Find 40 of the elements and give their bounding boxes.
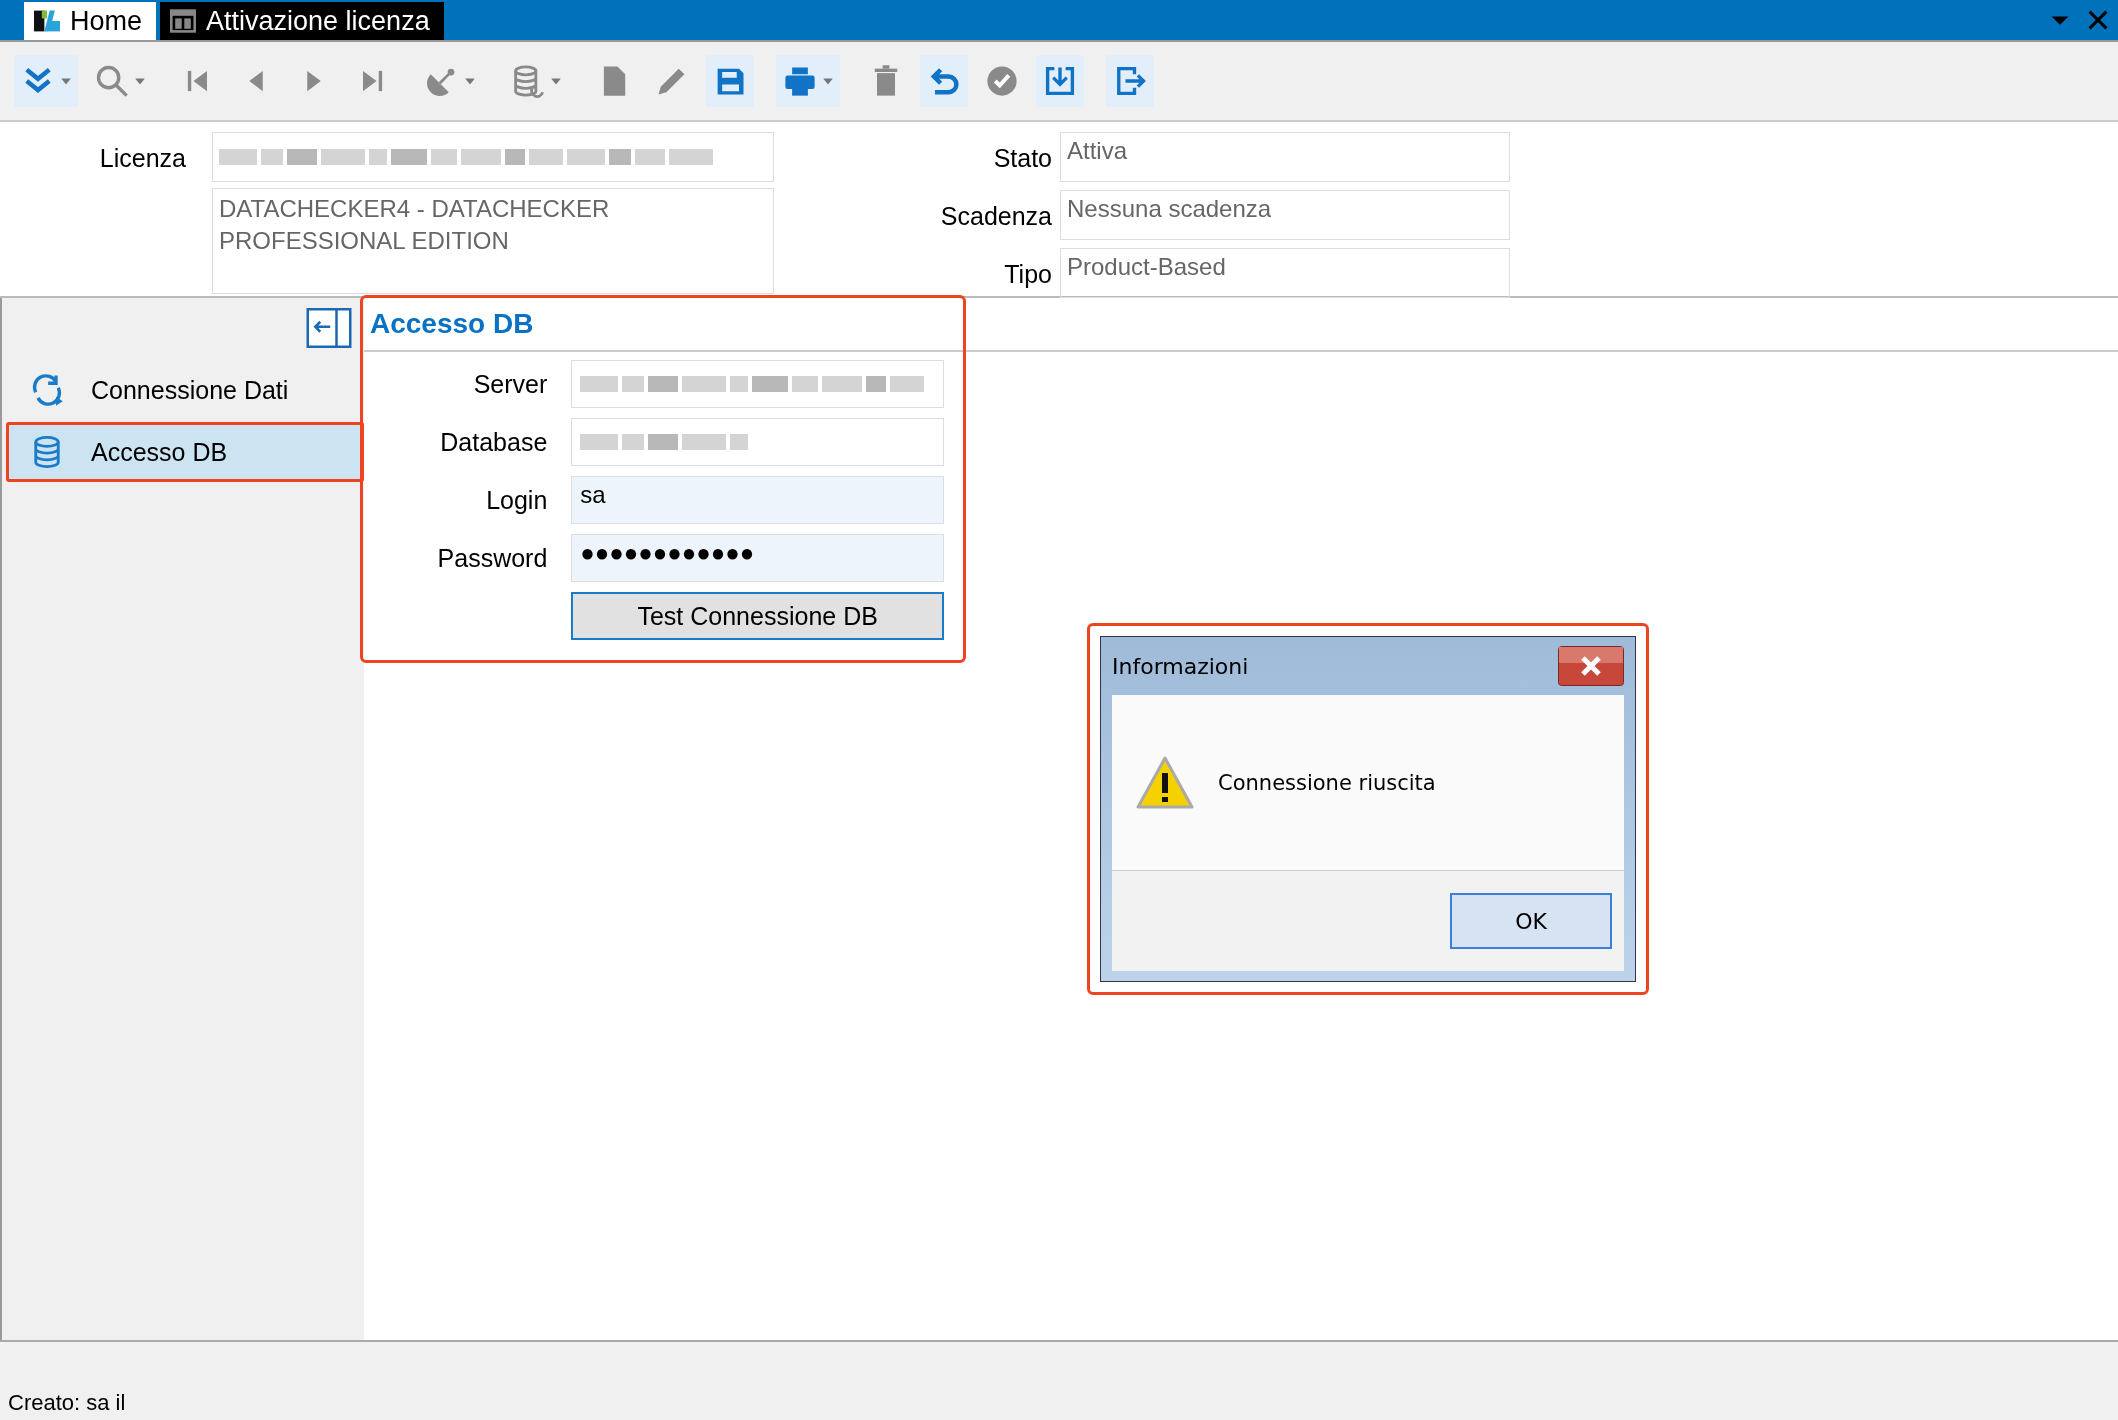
field-label: Server: [472, 369, 548, 399]
field-label: Password: [436, 543, 548, 573]
checkmark-icon: [984, 63, 1020, 99]
search-icon: [94, 63, 130, 99]
field-label: Scadenza: [939, 201, 1053, 231]
undo-tool-button[interactable]: [920, 55, 968, 107]
input-field[interactable]: ●●●●●●●●●●●●: [571, 534, 944, 582]
value-field: Product-Based: [1060, 248, 1510, 298]
field-label: Login: [485, 485, 548, 515]
blurred-field[interactable]: [571, 418, 944, 466]
print-tool-button[interactable]: [776, 55, 840, 107]
field-label: Stato: [992, 143, 1053, 173]
expand-tool-button[interactable]: [14, 55, 78, 107]
ok-button[interactable]: OK: [1450, 893, 1612, 949]
collapse-panel-icon[interactable]: [306, 308, 352, 348]
close-button[interactable]: [1558, 646, 1624, 686]
section-title: Accesso DB: [370, 308, 534, 340]
value-field: Nessuna scadenza: [1060, 190, 1510, 240]
blurred-field[interactable]: [571, 360, 944, 408]
window-tab[interactable]: Home: [24, 2, 157, 40]
field-label: Tipo: [1003, 259, 1053, 289]
value-field: Attiva: [1060, 132, 1510, 182]
dialog-message: Connessione riuscita: [1218, 770, 1436, 795]
save-tool-button[interactable]: [706, 55, 754, 107]
sidebar-item[interactable]: Accesso DB: [6, 422, 364, 482]
dialog-title: Informazioni: [1112, 653, 1249, 679]
input-field[interactable]: sa: [571, 476, 944, 524]
warning-icon: [1134, 754, 1196, 811]
test-connection-button[interactable]: Test Connessione DB: [571, 592, 944, 640]
import-tool-button[interactable]: [1036, 55, 1084, 107]
close-icon[interactable]: [2086, 8, 2110, 32]
status-text: Creato: sa il: [8, 1390, 126, 1416]
app-logo-icon: [34, 8, 60, 34]
field-label: Licenza: [98, 143, 186, 173]
window-tab[interactable]: Attivazione licenza: [160, 2, 444, 40]
field-label: Database: [439, 427, 548, 457]
sidebar-item[interactable]: Connessione Dati: [6, 360, 364, 420]
exit-tool-button[interactable]: [1106, 55, 1154, 107]
window-icon: [170, 8, 197, 34]
description-field: DATACHECKER4 - DATACHECKER PROFESSIONAL EDITION: [212, 188, 774, 294]
